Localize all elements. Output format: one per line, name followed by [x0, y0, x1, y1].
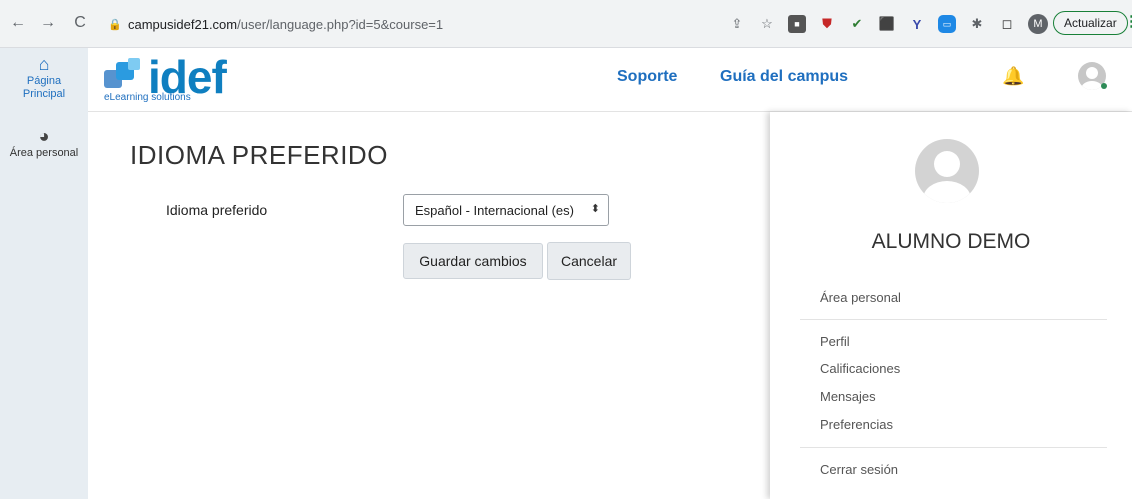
left-rail: ⌂ Página Principal ◕ Área personal — [0, 48, 88, 499]
lock-icon: 🔒 — [108, 18, 122, 31]
forward-arrow-icon[interactable]: → — [38, 14, 58, 32]
url-host: campusidef21.com — [128, 16, 238, 32]
language-field-label: Idioma preferido — [166, 202, 268, 218]
nav-link-soporte[interactable]: Soporte — [617, 68, 677, 86]
cancel-button[interactable]: Cancelar — [547, 242, 631, 280]
drawer-divider — [800, 319, 1107, 320]
drawer-link-cerrar-sesion[interactable]: Cerrar sesión — [820, 462, 898, 477]
puzzle-extension-icon[interactable]: ⬛ — [878, 15, 896, 33]
page-title: IDIOMA PREFERIDO — [130, 140, 388, 170]
site-header: idef eLearning solutions Soporte Guía de… — [88, 48, 1132, 112]
rail-item-home[interactable]: ⌂ Página Principal — [0, 54, 88, 101]
extensions-puzzle-icon[interactable]: ✱ — [968, 15, 986, 33]
drawer-link-calificaciones[interactable]: Calificaciones — [820, 361, 900, 376]
side-panel-icon[interactable]: ◻ — [998, 15, 1016, 33]
user-drawer: ALUMNO DEMO Área personal Perfil Calific… — [770, 112, 1132, 499]
drawer-divider — [800, 447, 1107, 448]
rail-item-label: Página — [26, 75, 62, 87]
save-button[interactable]: Guardar cambios — [403, 243, 543, 279]
url-path: /user/language.php?id=5&course=1 — [237, 16, 444, 32]
logo-squares-icon — [104, 58, 140, 88]
browser-toolbar: ← → C 🔒 campusidef21.com/user/language.p… — [0, 0, 1132, 48]
menu-kebab-icon[interactable]: ⋮ — [1124, 12, 1132, 30]
main-content: IDIOMA PREFERIDO Idioma preferido Españo… — [88, 112, 768, 499]
update-button[interactable]: Actualizar — [1053, 11, 1128, 35]
extension-square-icon[interactable]: ■ — [788, 15, 806, 33]
drawer-link-perfil[interactable]: Perfil — [820, 334, 850, 349]
nav-link-guia-campus[interactable]: Guía del campus — [720, 68, 848, 86]
notification-bell-icon[interactable]: 🔔 — [1002, 66, 1024, 87]
dashboard-icon: ◕ — [38, 126, 50, 146]
language-select[interactable]: Español - Internacional (es) ⬍ — [403, 194, 609, 226]
ublock-shield-icon[interactable]: ⛊ — [818, 15, 836, 33]
logo-tagline: eLearning solutions — [104, 92, 191, 103]
idef-logo[interactable]: idef eLearning solutions — [102, 51, 242, 106]
drawer-link-area-personal[interactable]: Área personal — [820, 290, 901, 305]
checkmark-extension-icon[interactable]: ✔ — [848, 15, 866, 33]
y-extension-icon[interactable]: Y — [908, 15, 926, 33]
language-select-value: Español - Internacional (es) — [415, 202, 574, 218]
reload-icon[interactable]: C — [70, 14, 90, 32]
rail-item-label: Principal — [22, 88, 66, 100]
home-icon: ⌂ — [38, 54, 50, 74]
rail-item-area-personal[interactable]: ◕ Área personal — [0, 126, 88, 160]
rail-item-label: Área personal — [9, 147, 79, 159]
drawer-avatar — [915, 139, 979, 203]
profile-avatar[interactable]: M — [1028, 14, 1048, 34]
select-updown-icon: ⬍ — [590, 203, 600, 215]
drawer-link-preferencias[interactable]: Preferencias — [820, 417, 893, 432]
extensions-row: ⇪ ☆ ■ ⛊ ✔ ⬛ Y ▭ ✱ ◻ M — [728, 14, 1048, 34]
address-bar[interactable]: 🔒 campusidef21.com/user/language.php?id=… — [108, 10, 708, 38]
zoom-extension-icon[interactable]: ▭ — [938, 15, 956, 33]
drawer-user-name: ALUMNO DEMO — [871, 230, 1031, 253]
drawer-link-mensajes[interactable]: Mensajes — [820, 389, 876, 404]
share-icon[interactable]: ⇪ — [728, 15, 746, 33]
back-arrow-icon[interactable]: ← — [8, 14, 28, 32]
bookmark-star-icon[interactable]: ☆ — [758, 15, 776, 33]
online-status-dot — [1101, 83, 1107, 89]
